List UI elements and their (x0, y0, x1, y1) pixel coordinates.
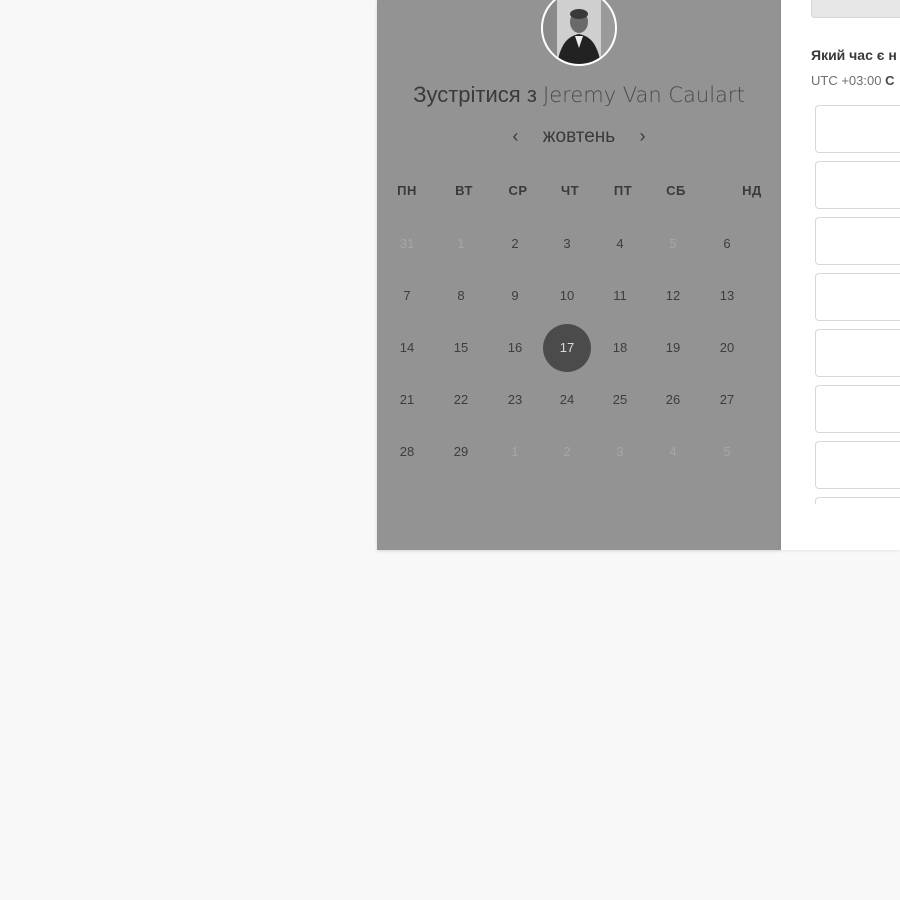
calendar-day[interactable]: 19 (649, 324, 697, 372)
weekday-label: ЧТ (560, 183, 580, 198)
time-slot-button[interactable] (815, 385, 900, 433)
calendar-day: 2 (563, 444, 571, 459)
calendar-day[interactable]: 29 (437, 428, 485, 476)
calendar-day[interactable]: 26 (649, 376, 697, 424)
calendar-day[interactable]: 8 (437, 272, 485, 320)
weekday-label: ВТ (455, 183, 473, 198)
host-name: Jeremy Van Caulart (543, 83, 745, 107)
calendar-day[interactable]: 20 (703, 324, 751, 372)
calendar-day-selected[interactable]: 17 (543, 324, 591, 372)
calendar-panel: Зустрітися з Jeremy Van Caulart ‹ жовтен… (377, 0, 781, 550)
meeting-title: Зустрітися з Jeremy Van Caulart (377, 82, 781, 108)
calendar-day[interactable]: 13 (703, 272, 751, 320)
prev-month-icon[interactable]: ‹ (506, 126, 526, 147)
time-slot-button[interactable] (815, 217, 900, 265)
weekday-label: ПТ (613, 183, 633, 198)
calendar-day[interactable]: 9 (491, 272, 539, 320)
time-slot-button[interactable] (815, 329, 900, 377)
time-slot-button[interactable] (815, 105, 900, 153)
calendar-day[interactable]: 22 (437, 376, 485, 424)
time-slot-button[interactable] (815, 161, 900, 209)
calendar-day[interactable]: 28 (383, 428, 431, 476)
host-avatar (541, 0, 617, 66)
calendar-day: 5 (723, 444, 731, 459)
weekday-label: СР (508, 183, 528, 198)
next-month-icon[interactable]: › (632, 126, 652, 147)
calendar-day[interactable]: 18 (596, 324, 644, 372)
weekday-label: СБ (666, 183, 686, 198)
calendar-day: 1 (457, 236, 465, 251)
calendar-day: 5 (669, 236, 677, 251)
calendar-day[interactable]: 21 (383, 376, 431, 424)
timezone-offset: UTC +03:00 (811, 73, 882, 88)
calendar-day[interactable]: 24 (543, 376, 591, 424)
month-label: жовтень (542, 126, 616, 147)
calendar-day[interactable]: 14 (383, 324, 431, 372)
time-slot-button[interactable] (815, 497, 900, 504)
weekday-label: ПН (397, 183, 417, 198)
top-button[interactable] (811, 0, 900, 18)
timezone-name: С (885, 73, 895, 88)
calendar-day: 1 (511, 444, 519, 459)
calendar-day[interactable]: 12 (649, 272, 697, 320)
meeting-title-prefix: Зустрітися з (413, 82, 537, 107)
calendar-day[interactable]: 6 (703, 220, 751, 268)
time-slot-button[interactable] (815, 273, 900, 321)
calendar-day[interactable]: 3 (543, 220, 591, 268)
calendar-day[interactable]: 10 (543, 272, 591, 320)
calendar-day: 3 (616, 444, 624, 459)
calendar-day[interactable]: 25 (596, 376, 644, 424)
timezone-label[interactable]: UTC +03:00 С (811, 73, 894, 88)
calendar-day[interactable]: 7 (383, 272, 431, 320)
weekday-label: НД (742, 183, 762, 198)
calendar-day[interactable]: 2 (491, 220, 539, 268)
calendar-day: 4 (669, 444, 677, 459)
time-slot-panel: Який час є н UTC +03:00 С (781, 0, 900, 550)
month-navigation: ‹ жовтень › (377, 126, 781, 148)
calendar-day[interactable]: 27 (703, 376, 751, 424)
calendar-day[interactable]: 16 (491, 324, 539, 372)
calendar-day[interactable]: 11 (596, 272, 644, 320)
time-question: Який час є н (811, 47, 897, 63)
calendar-day[interactable]: 23 (491, 376, 539, 424)
calendar-day[interactable]: 4 (596, 220, 644, 268)
time-slot-button[interactable] (815, 441, 900, 489)
calendar-day: 31 (399, 236, 415, 251)
calendar-day[interactable]: 15 (437, 324, 485, 372)
